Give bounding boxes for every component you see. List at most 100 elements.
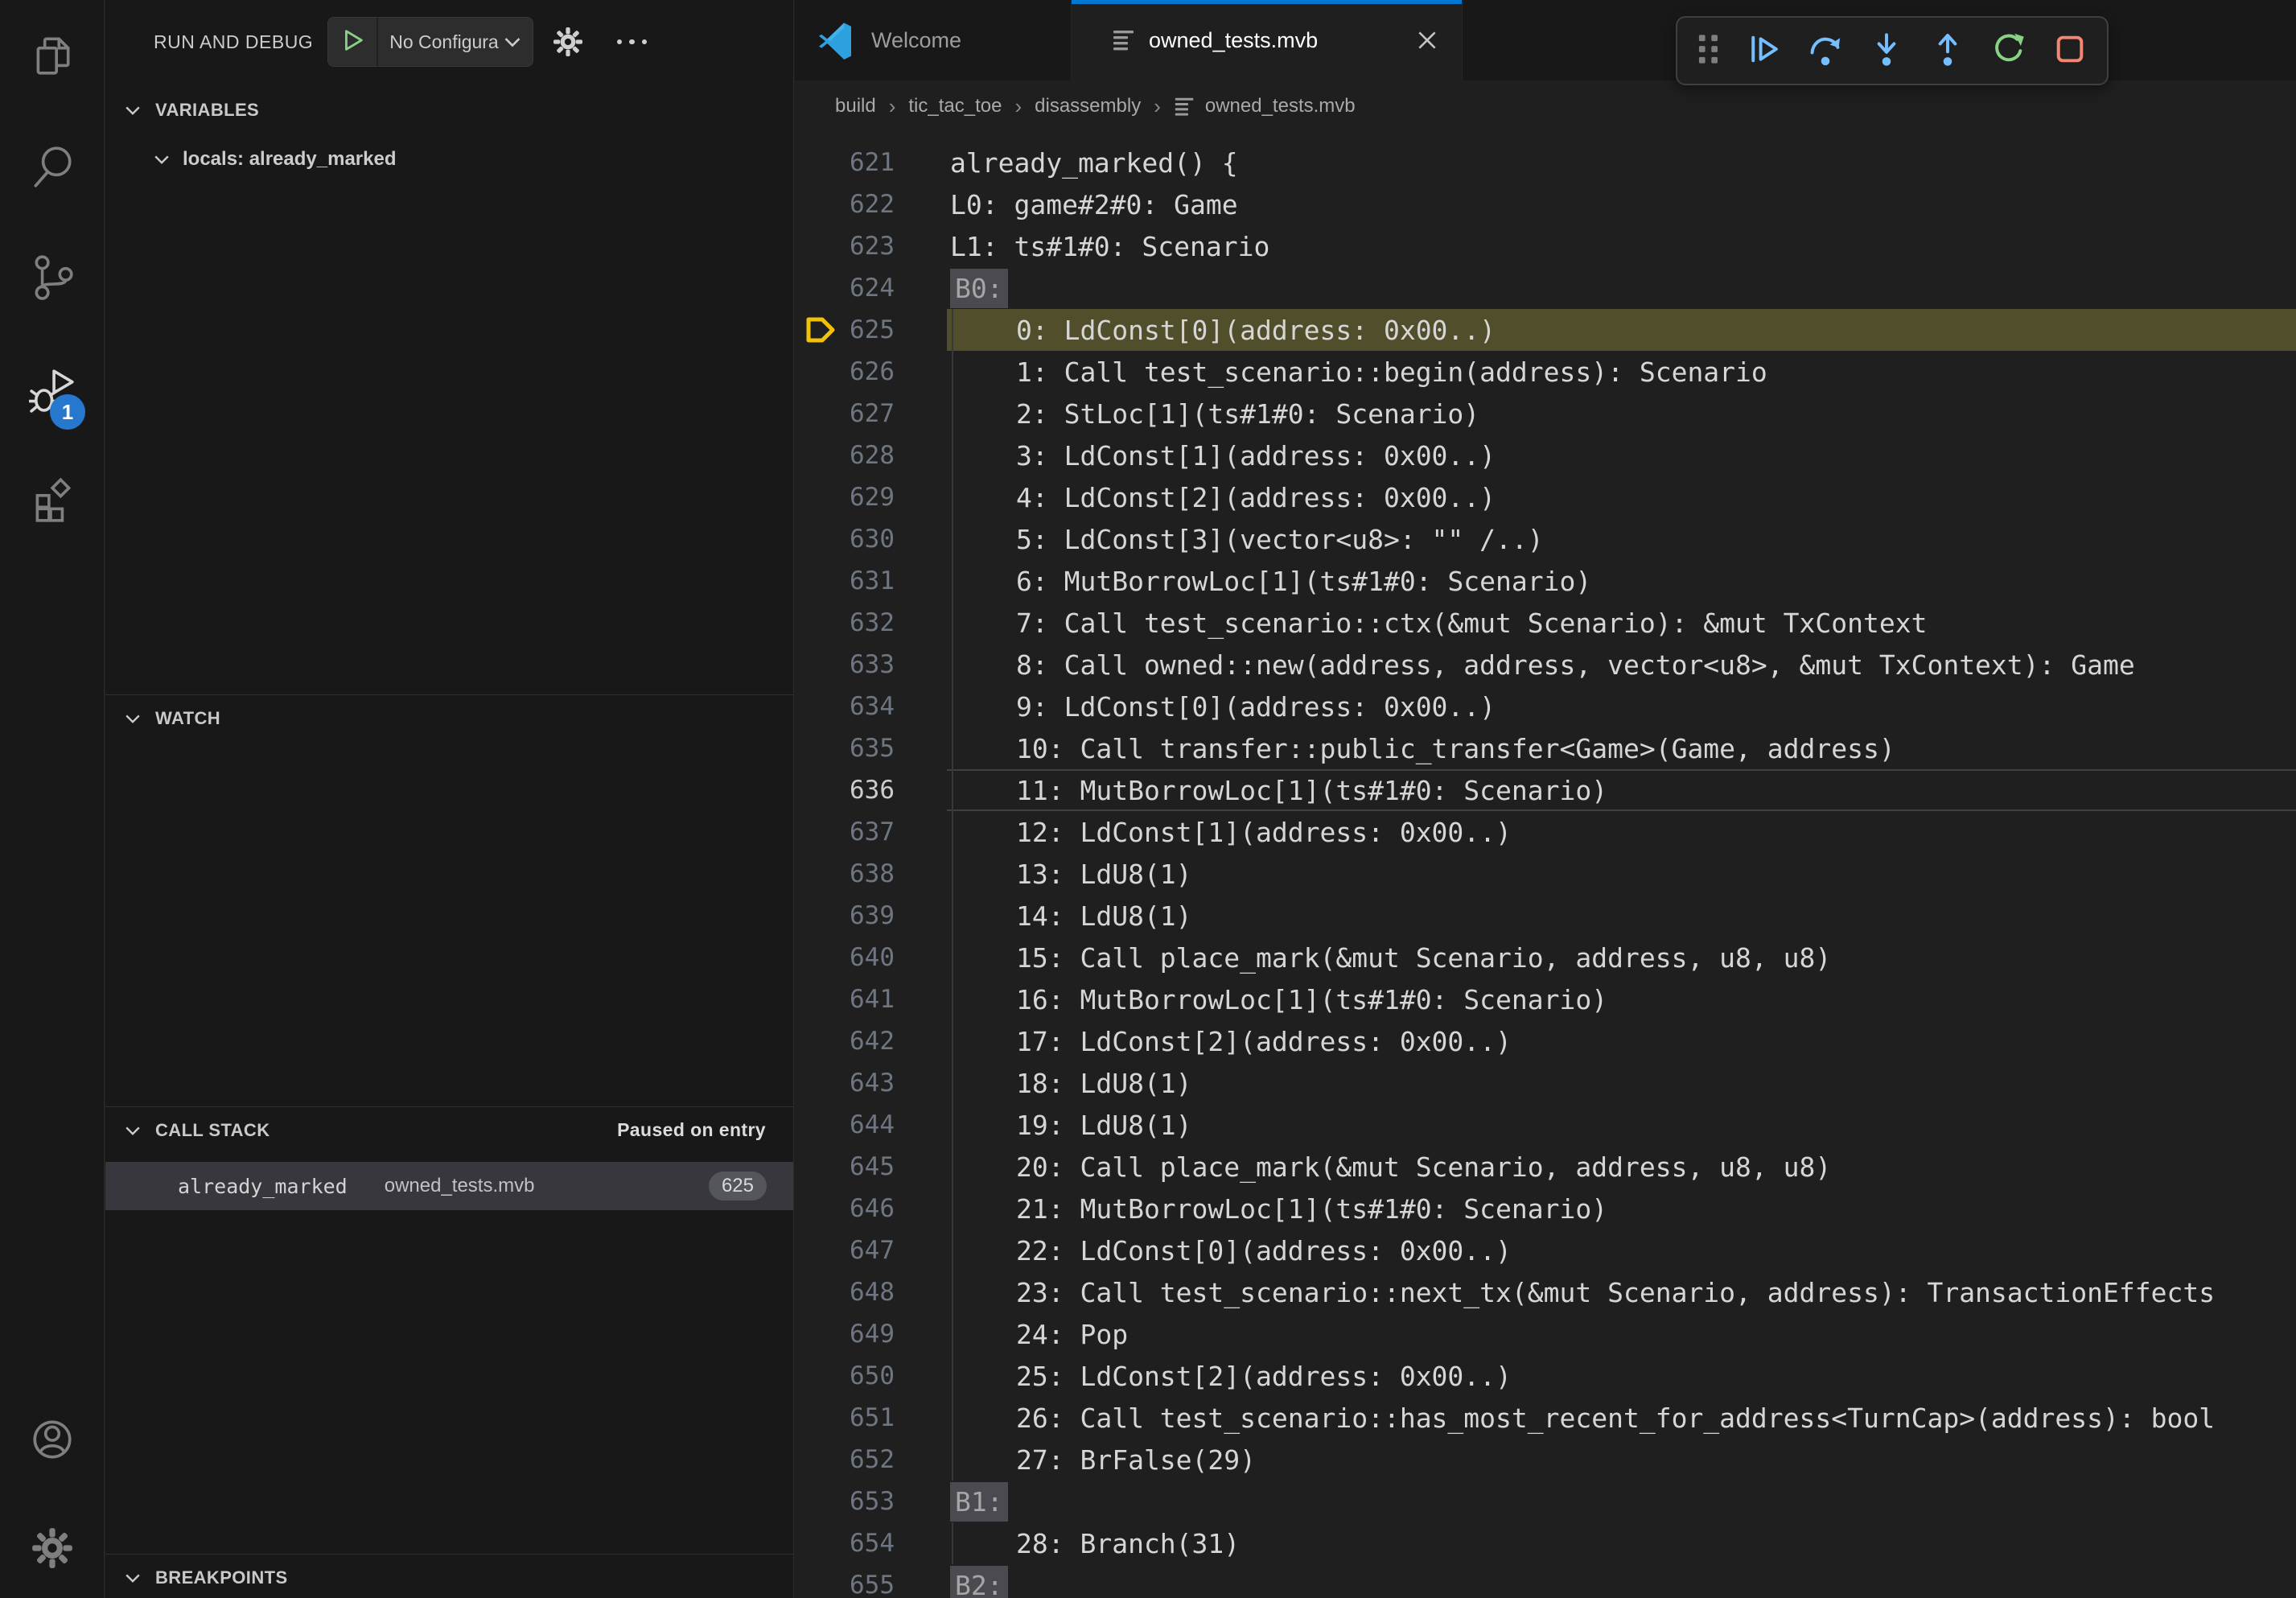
- line-number[interactable]: 630: [795, 525, 895, 554]
- gutter[interactable]: [895, 183, 947, 225]
- code-line-text[interactable]: 0: LdConst[0](address: 0x00..): [947, 309, 2296, 351]
- code-line[interactable]: 63914: LdU8(1): [795, 895, 2296, 937]
- debug-settings-button[interactable]: [551, 25, 585, 59]
- line-number[interactable]: 643: [795, 1069, 895, 1098]
- code-line-text[interactable]: 22: LdConst[0](address: 0x00..): [947, 1229, 2296, 1271]
- activity-item-source-control[interactable]: [0, 246, 104, 311]
- code-line-text[interactable]: 24: Pop: [947, 1313, 2296, 1355]
- watch-section-header[interactable]: WATCH: [105, 694, 793, 741]
- code-line-text[interactable]: 15: Call place_mark(&mut Scenario, addre…: [947, 937, 2296, 978]
- line-number[interactable]: 644: [795, 1110, 895, 1139]
- line-number[interactable]: 641: [795, 985, 895, 1014]
- code-line[interactable]: 63611: MutBorrowLoc[1](ts#1#0: Scenario): [795, 769, 2296, 811]
- code-line[interactable]: 6261: Call test_scenario::begin(address)…: [795, 351, 2296, 393]
- step-over-button[interactable]: [1808, 31, 1843, 71]
- activity-item-extensions[interactable]: [0, 470, 104, 534]
- code-line[interactable]: 6316: MutBorrowLoc[1](ts#1#0: Scenario): [795, 560, 2296, 602]
- gutter[interactable]: [895, 727, 947, 769]
- step-out-button[interactable]: [1930, 31, 1965, 71]
- gutter[interactable]: [895, 1020, 947, 1062]
- gutter[interactable]: [895, 895, 947, 937]
- line-number[interactable]: 623: [795, 232, 895, 261]
- activity-item-account[interactable]: [0, 1409, 104, 1473]
- code-line-text[interactable]: 3: LdConst[1](address: 0x00..): [947, 435, 2296, 476]
- gutter[interactable]: [895, 225, 947, 267]
- line-number[interactable]: 622: [795, 190, 895, 219]
- code-line-text[interactable]: 19: LdU8(1): [947, 1104, 2296, 1146]
- gutter[interactable]: [895, 1355, 947, 1397]
- line-number[interactable]: 632: [795, 608, 895, 637]
- code-line[interactable]: 650 25: LdConst[2](address: 0x00..): [795, 1355, 2296, 1397]
- code-line[interactable]: 632 7: Call test_scenario::ctx(&mut Scena…: [795, 602, 2296, 644]
- code-line[interactable]: 63510: Call transfer::public_transfer<Ga…: [795, 727, 2296, 769]
- gutter[interactable]: [895, 978, 947, 1020]
- line-number[interactable]: 642: [795, 1027, 895, 1056]
- code-line[interactable]: 624B0:: [795, 267, 2296, 309]
- line-number[interactable]: 654: [795, 1529, 895, 1558]
- code-line[interactable]: 655B2:: [795, 1564, 2296, 1598]
- code-line-text[interactable]: 4: LdConst[2](address: 0x00..): [947, 476, 2296, 518]
- breakpoints-section-header[interactable]: BREAKPOINTS: [105, 1554, 793, 1598]
- line-number[interactable]: 627: [795, 399, 895, 428]
- code-line-text[interactable]: 12: LdConst[1](address: 0x00..): [947, 811, 2296, 853]
- code-line[interactable]: 64318: LdU8(1): [795, 1062, 2296, 1104]
- line-number[interactable]: 646: [795, 1194, 895, 1223]
- gutter[interactable]: [895, 435, 947, 476]
- line-number[interactable]: 649: [795, 1320, 895, 1349]
- breadcrumb-item[interactable]: owned_tests.mvb: [1205, 95, 1356, 117]
- code-line-text[interactable]: 25: LdConst[2](address: 0x00..): [947, 1355, 2296, 1397]
- code-line-text[interactable]: 26: Call test_scenario::has_most_recent_…: [947, 1397, 2296, 1439]
- line-number[interactable]: 648: [795, 1278, 895, 1307]
- continue-button[interactable]: [1747, 31, 1782, 71]
- gutter[interactable]: [895, 518, 947, 560]
- code-line[interactable]: 6294: LdConst[2](address: 0x00..): [795, 476, 2296, 518]
- gutter[interactable]: [895, 1397, 947, 1439]
- code-line-text[interactable]: B2:: [947, 1564, 2296, 1598]
- call-stack-frame-row[interactable]: already_marked owned_tests.mvb 625: [105, 1162, 793, 1210]
- code-line-text[interactable]: 16: MutBorrowLoc[1](ts#1#0: Scenario): [947, 978, 2296, 1020]
- code-line[interactable]: 653B1:: [795, 1481, 2296, 1522]
- breadcrumb-item[interactable]: build: [835, 95, 876, 117]
- gutter[interactable]: [895, 1271, 947, 1313]
- code-line-text[interactable]: 1: Call test_scenario::begin(address): S…: [947, 351, 2296, 393]
- code-line[interactable]: 63712: LdConst[1](address: 0x00..): [795, 811, 2296, 853]
- gutter[interactable]: [895, 602, 947, 644]
- code-line-text[interactable]: L0: game#2#0: Game: [947, 183, 2296, 225]
- activity-item-run-debug[interactable]: 1: [0, 359, 104, 423]
- code-line-text[interactable]: 28: Branch(31): [947, 1522, 2296, 1564]
- call-stack-section-header[interactable]: CALL STACK Paused on entry: [105, 1106, 793, 1153]
- code-line[interactable]: 641 16: MutBorrowLoc[1](ts#1#0: Scenario): [795, 978, 2296, 1020]
- code-line[interactable]: 628 3: LdConst[1](address: 0x00..): [795, 435, 2296, 476]
- gutter[interactable]: [895, 853, 947, 895]
- code-line-text[interactable]: 8: Call owned::new(address, address, vec…: [947, 644, 2296, 686]
- gutter[interactable]: [895, 476, 947, 518]
- gutter[interactable]: [895, 267, 947, 309]
- line-number[interactable]: 650: [795, 1361, 895, 1390]
- line-number[interactable]: 621: [795, 148, 895, 177]
- activity-item-settings-gear[interactable]: [0, 1518, 104, 1582]
- start-debugging-button[interactable]: [328, 18, 378, 66]
- gutter[interactable]: [895, 769, 947, 811]
- tab-welcome[interactable]: Welcome: [795, 0, 1072, 80]
- code-line[interactable]: 65227: BrFalse(29): [795, 1439, 2296, 1481]
- code-line-text[interactable]: L1: ts#1#0: Scenario: [947, 225, 2296, 267]
- gutter[interactable]: [895, 1313, 947, 1355]
- step-into-button[interactable]: [1869, 31, 1904, 71]
- gutter[interactable]: [895, 1146, 947, 1188]
- line-number[interactable]: 628: [795, 441, 895, 470]
- line-number[interactable]: 640: [795, 943, 895, 972]
- activity-item-search[interactable]: [0, 136, 104, 200]
- line-number[interactable]: 647: [795, 1236, 895, 1265]
- code-line-text[interactable]: 7: Call test_scenario::ctx(&mut Scenario…: [947, 602, 2296, 644]
- gutter[interactable]: [895, 1481, 947, 1522]
- code-line[interactable]: 63813: LdU8(1): [795, 853, 2296, 895]
- gutter[interactable]: [895, 686, 947, 727]
- close-icon[interactable]: [1415, 28, 1439, 52]
- code-line[interactable]: 64823: Call test_scenario::next_tx(&mut …: [795, 1271, 2296, 1313]
- gutter[interactable]: [895, 1229, 947, 1271]
- code-line[interactable]: 64621: MutBorrowLoc[1](ts#1#0: Scenario): [795, 1188, 2296, 1229]
- line-number[interactable]: 651: [795, 1403, 895, 1432]
- code-line[interactable]: 6349: LdConst[0](address: 0x00..): [795, 686, 2296, 727]
- code-line-text[interactable]: already_marked() {: [947, 142, 2296, 183]
- gutter[interactable]: [895, 1522, 947, 1564]
